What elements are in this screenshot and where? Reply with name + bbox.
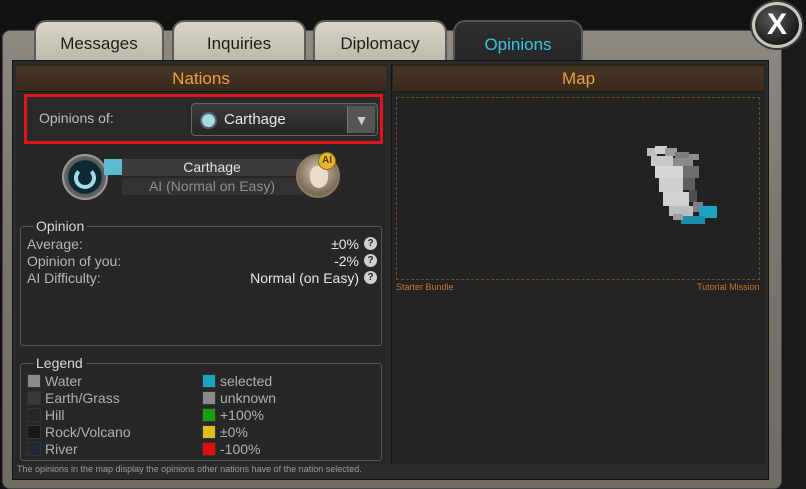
close-icon: X bbox=[766, 8, 787, 41]
chevron-down-icon[interactable]: ▼ bbox=[347, 106, 375, 133]
opinion-group: Opinion Average: ±0% ? Opinion of you: -… bbox=[20, 218, 382, 346]
map-header: Map bbox=[393, 66, 764, 92]
legend-group: Legend Water Earth/Grass Hill Rock/Volca… bbox=[20, 355, 382, 461]
nation-name: Carthage bbox=[122, 159, 302, 176]
help-icon[interactable]: ? bbox=[364, 237, 377, 250]
opinion-row-of-you: Opinion of you: -2% ? bbox=[27, 253, 379, 270]
opinion-row-ai-difficulty: AI Difficulty: Normal (on Easy) ? bbox=[27, 270, 379, 287]
map-footnote: The opinions in the map display the opin… bbox=[17, 464, 362, 474]
nation-emblem-icon[interactable] bbox=[62, 154, 108, 200]
help-icon[interactable]: ? bbox=[364, 271, 377, 284]
selected-nation: Carthage bbox=[224, 111, 286, 128]
map-caption-right: Tutorial Mission bbox=[697, 282, 760, 292]
nation-emblem-icon bbox=[200, 112, 217, 129]
legend-title: Legend bbox=[33, 355, 86, 371]
opinion-title: Opinion bbox=[33, 218, 88, 234]
nation-card: Carthage AI (Normal on Easy) AI bbox=[62, 152, 342, 200]
nation-ai-status: AI (Normal on Easy) bbox=[122, 178, 302, 195]
tab-opinions[interactable]: Opinions bbox=[453, 20, 583, 64]
opinions-of-label: Opinions of: bbox=[39, 110, 114, 126]
opinion-row-average: Average: ±0% ? bbox=[27, 236, 379, 253]
nation-dropdown[interactable]: Carthage ▼ bbox=[191, 103, 378, 136]
nations-header: Nations bbox=[16, 66, 386, 92]
map-terrain bbox=[647, 146, 717, 224]
close-button[interactable]: X bbox=[752, 2, 802, 48]
opinions-of-selector: Opinions of: Carthage ▼ bbox=[24, 94, 383, 144]
ai-badge: AI bbox=[318, 152, 336, 170]
map-view[interactable] bbox=[396, 97, 760, 280]
map-caption-left: Starter Bundle bbox=[396, 282, 454, 292]
tab-inquiries[interactable]: Inquiries bbox=[172, 20, 306, 62]
tab-messages[interactable]: Messages bbox=[34, 20, 164, 62]
help-icon[interactable]: ? bbox=[364, 254, 377, 267]
nation-color-swatch bbox=[104, 159, 122, 175]
tab-diplomacy[interactable]: Diplomacy bbox=[313, 20, 447, 62]
